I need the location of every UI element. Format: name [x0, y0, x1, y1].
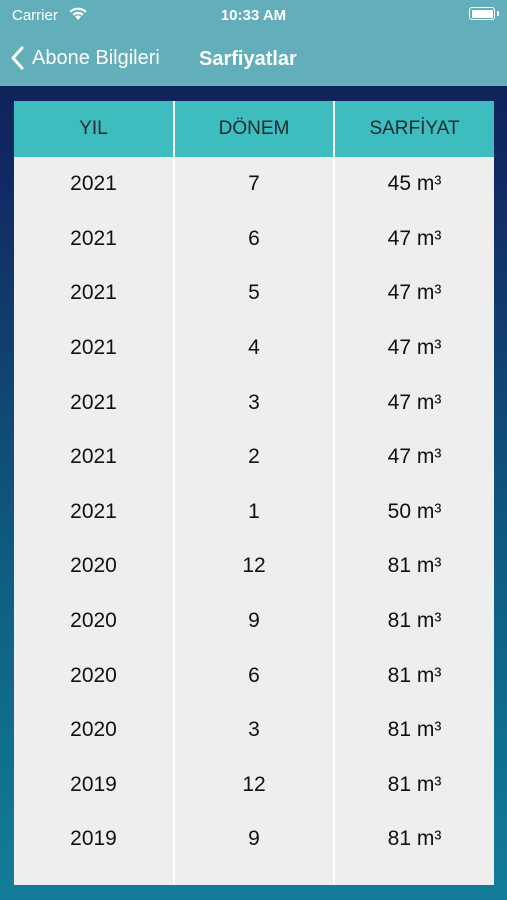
cell-consumption: 47 m³	[387, 336, 442, 360]
cell-consumption: 47 m³	[387, 226, 442, 250]
cell-period: 1	[175, 484, 335, 540]
cell-year: 2019	[14, 757, 175, 813]
cell-consumption: 81 m³	[387, 827, 442, 851]
table-row: 2019 12 81 m³	[14, 757, 494, 813]
cell-consumption: 50 m³	[387, 499, 442, 523]
table-body[interactable]: 2021 7 45 m³ 2021 6 47 m³ 2021 5 47 m³ 2…	[14, 157, 494, 885]
table-row: 2021 3 47 m³	[14, 375, 494, 430]
chevron-left-icon	[10, 46, 24, 70]
cell-year: 2020	[14, 648, 175, 703]
table-row: 2021 2 47 m³	[14, 429, 494, 485]
table-row: 2019 9 81 m³	[14, 812, 494, 867]
cell-consumption: 81 m³	[387, 609, 442, 633]
cell-year: 2019	[14, 866, 175, 885]
status-bar: Carrier 10:33 AM	[0, 0, 507, 30]
cell-year: 2021	[14, 484, 175, 540]
table-row: 2021 7 45 m³	[14, 157, 494, 212]
page-title: Sarfiyatlar	[199, 48, 297, 70]
cell-year: 2019	[14, 812, 175, 867]
cell-consumption: 81 m³	[387, 554, 442, 578]
column-header-consumption: SARFİYAT	[335, 101, 494, 157]
cell-year: 2021	[14, 157, 175, 212]
cell-consumption: 47 m³	[387, 445, 442, 469]
cell-period: 3	[175, 702, 335, 758]
cell-period: 9	[175, 593, 335, 649]
cell-consumption: 81 m³	[387, 663, 442, 687]
table-row: 2021 4 47 m³	[14, 320, 494, 376]
cell-consumption: 47 m³	[387, 281, 442, 305]
cell-year: 2021	[14, 320, 175, 376]
cell-period: 7	[175, 157, 335, 212]
table-row: 2021 1 50 m³	[14, 484, 494, 540]
battery-icon	[469, 7, 499, 20]
cell-period: 5	[175, 266, 335, 321]
table-row: 2019 6 81 m³	[14, 866, 494, 885]
back-button[interactable]: Abone Bilgileri	[10, 41, 160, 75]
clock: 10:33 AM	[220, 7, 287, 24]
cell-consumption: 47 m³	[387, 390, 442, 414]
column-header-year: YIL	[14, 101, 175, 157]
column-header-period: DÖNEM	[175, 101, 335, 157]
cell-consumption: 81 m³	[387, 718, 442, 742]
cell-year: 2021	[14, 211, 175, 267]
cell-year: 2020	[14, 593, 175, 649]
cell-period: 4	[175, 320, 335, 376]
consumption-table: YIL DÖNEM SARFİYAT 2021 7 45 m³ 2021 6 4…	[14, 101, 494, 885]
cell-year: 2020	[14, 702, 175, 758]
cell-period: 2	[175, 429, 335, 485]
cell-period: 9	[175, 812, 335, 867]
table-header: YIL DÖNEM SARFİYAT	[14, 101, 494, 157]
cell-period: 6	[175, 866, 335, 885]
cell-period: 12	[175, 539, 335, 594]
cell-consumption: 81 m³	[335, 867, 494, 885]
cell-year: 2021	[14, 266, 175, 321]
table-row: 2020 3 81 m³	[14, 702, 494, 758]
table-row: 2021 6 47 m³	[14, 211, 494, 267]
cell-period: 6	[175, 648, 335, 703]
cell-consumption: 45 m³	[387, 172, 442, 196]
cell-year: 2021	[14, 375, 175, 430]
cell-consumption: 81 m³	[387, 772, 442, 796]
back-button-label: Abone Bilgileri	[32, 46, 160, 69]
navigation-bar: Abone Bilgileri Sarfiyatlar	[0, 30, 507, 86]
cell-year: 2021	[14, 429, 175, 485]
cell-year: 2020	[14, 539, 175, 594]
cell-period: 3	[175, 375, 335, 430]
cell-period: 12	[175, 757, 335, 813]
cell-period: 6	[175, 211, 335, 267]
table-row: 2021 5 47 m³	[14, 266, 494, 321]
table-row: 2020 9 81 m³	[14, 593, 494, 649]
table-row: 2020 6 81 m³	[14, 648, 494, 703]
table-row: 2020 12 81 m³	[14, 539, 494, 594]
